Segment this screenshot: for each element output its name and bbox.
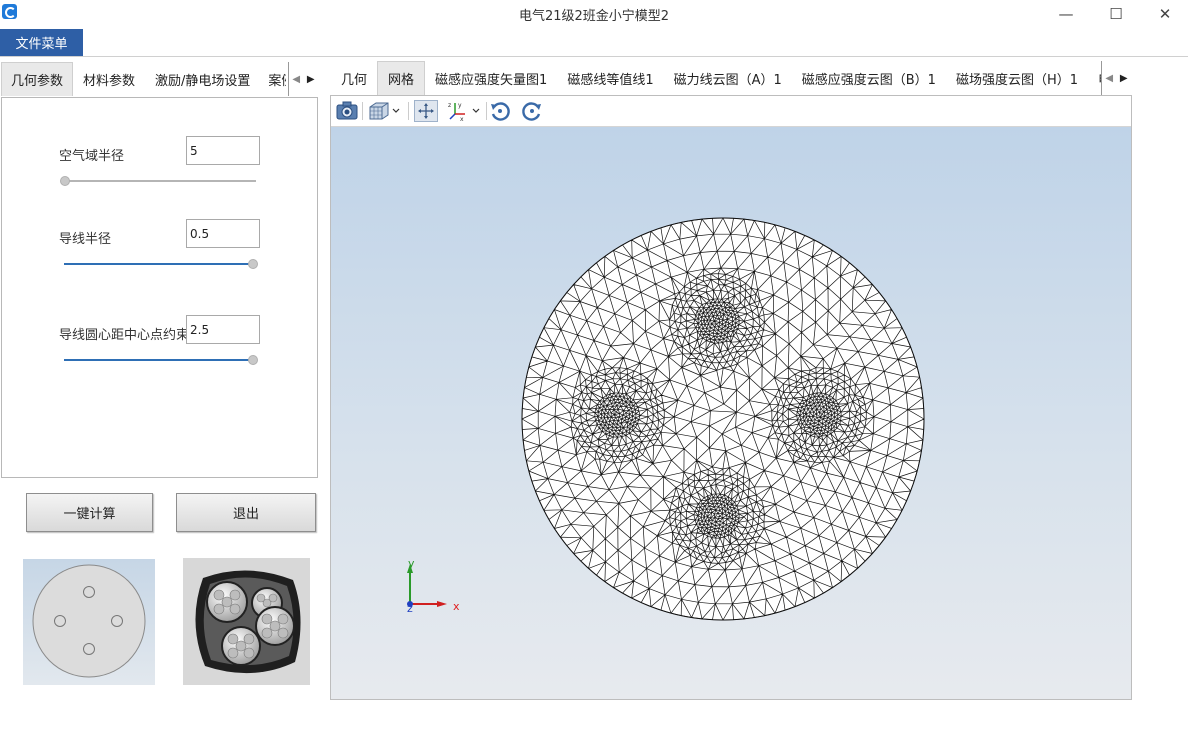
mesh-canvas[interactable]: y x z	[331, 127, 1131, 699]
air-radius-slider-handle[interactable]	[60, 176, 70, 186]
scroll-right-icon[interactable]: ▶	[1120, 73, 1128, 84]
tab-flux-vector[interactable]: 磁感应强度矢量图1	[425, 61, 557, 95]
exit-button[interactable]: 退出	[176, 493, 316, 532]
tab-flux-density-b[interactable]: 磁感应强度云图（B）1	[792, 61, 946, 95]
svg-text:z: z	[448, 102, 451, 109]
right-tab-scroll[interactable]: ◀ ▶	[1101, 61, 1131, 95]
center-distance-slider-handle[interactable]	[248, 355, 258, 365]
center-distance-slider[interactable]	[64, 359, 252, 361]
air-radius-input[interactable]	[186, 136, 260, 165]
rotate-right-icon[interactable]	[521, 100, 543, 122]
camera-icon[interactable]	[336, 100, 358, 122]
tab-excitation-settings[interactable]: 激励/静电场设置	[145, 62, 260, 96]
title-bar: 电气21级2班金小宁模型2 — ☐ ✕	[0, 0, 1188, 27]
right-tab-bar: 几何 网格 磁感应强度矢量图1 磁感线等值线1 磁力线云图（A）1 磁感应强度云…	[331, 61, 1131, 95]
window-title: 电气21级2班金小宁模型2	[518, 9, 670, 24]
wire-radius-slider-handle[interactable]	[248, 259, 258, 269]
compute-button[interactable]: 一键计算	[26, 493, 153, 532]
air-radius-slider[interactable]	[64, 180, 256, 182]
center-distance-input[interactable]	[186, 315, 260, 344]
tab-mesh[interactable]: 网格	[377, 61, 426, 95]
menu-bar: 文件菜单	[0, 27, 1188, 57]
center-distance-label: 导线圆心距中心点约束	[59, 328, 190, 343]
cube-view-icon[interactable]	[367, 100, 401, 122]
axis-z-label: z	[407, 602, 413, 615]
tab-geometry[interactable]: 几何	[331, 61, 377, 95]
maximize-button[interactable]: ☐	[1093, 0, 1139, 27]
cable-photo	[183, 558, 310, 685]
graphics-toolbar: zy x	[331, 96, 1131, 127]
scroll-right-icon[interactable]: ▶	[307, 74, 315, 85]
left-tab-scroll[interactable]: ◀ ▶	[288, 62, 317, 96]
wire-radius-label: 导线半径	[59, 232, 112, 247]
geometry-preview-image	[23, 559, 155, 685]
svg-text:x: x	[460, 116, 464, 122]
scroll-left-icon[interactable]: ◀	[1105, 73, 1113, 84]
fit-view-icon[interactable]	[414, 100, 438, 122]
rotate-left-icon[interactable]	[489, 100, 511, 122]
file-menu[interactable]: 文件菜单	[0, 29, 83, 56]
minimize-button[interactable]: —	[1043, 0, 1089, 27]
axis-x-label: x	[453, 600, 460, 613]
air-radius-label: 空气域半径	[59, 149, 125, 164]
tab-field-h[interactable]: 磁场强度云图（H）1	[946, 61, 1088, 95]
wire-radius-input[interactable]	[186, 219, 260, 248]
tab-flux-contour[interactable]: 磁感线等值线1	[557, 61, 663, 95]
toolbar-separator	[408, 102, 409, 120]
svg-text:y: y	[458, 102, 462, 109]
toolbar-separator	[486, 102, 487, 120]
close-button[interactable]: ✕	[1142, 0, 1188, 27]
scroll-left-icon[interactable]: ◀	[292, 74, 300, 85]
geometry-params-panel: 空气域半径 导线半径 导线圆心距中心点约束	[1, 97, 318, 478]
tab-material-params[interactable]: 材料参数	[73, 62, 145, 96]
tab-cases[interactable]: 案例	[260, 62, 286, 96]
left-tab-bar: 几何参数 材料参数 激励/静电场设置 案例 ◀ ▶	[1, 62, 317, 96]
tab-geometry-params[interactable]: 几何参数	[1, 62, 74, 96]
axis-y-label: y	[408, 557, 415, 570]
tab-potential-a[interactable]: 磁力线云图（A）1	[664, 61, 792, 95]
toolbar-separator	[362, 102, 363, 120]
axes-orientation-icon[interactable]: zy x	[447, 100, 483, 122]
graphics-viewport: zyx y x z	[330, 95, 1132, 700]
wire-radius-slider[interactable]	[64, 263, 252, 265]
